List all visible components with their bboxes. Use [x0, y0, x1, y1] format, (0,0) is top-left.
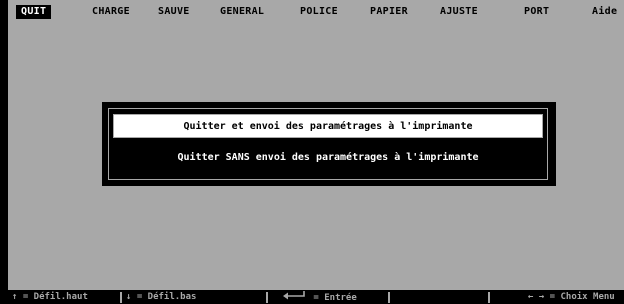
- status-divider: [266, 292, 268, 303]
- menu-item-quit[interactable]: QUIT: [16, 5, 52, 19]
- menu-item-sauve[interactable]: SAUVE: [158, 5, 190, 19]
- menu-choice-hint: ← → = Choix Menu: [528, 292, 615, 302]
- menu-item-aide[interactable]: Aide: [592, 5, 617, 19]
- status-divider: [488, 292, 490, 303]
- scroll-down-hint: ↓ = Défil.bas: [126, 292, 197, 302]
- menu-item-general[interactable]: GENERAL: [220, 5, 264, 19]
- menu-item-ajuste[interactable]: AJUSTE: [440, 5, 478, 19]
- menu-item-police[interactable]: POLICE: [300, 5, 338, 19]
- status-divider: [120, 292, 122, 303]
- quit-dialog-frame: Quitter et envoi des paramétrages à l'im…: [108, 108, 548, 180]
- enter-hint: = Entrée: [282, 290, 357, 304]
- quit-dialog: Quitter et envoi des paramétrages à l'im…: [102, 102, 556, 186]
- quit-send-settings-option[interactable]: Quitter et envoi des paramétrages à l'im…: [113, 114, 543, 138]
- enter-arrow-icon: [282, 290, 308, 304]
- dos-screen: QUIT CHARGE SAUVE GENERAL POLICE PAPIER …: [8, 0, 624, 304]
- status-divider: [388, 292, 390, 303]
- menu-item-papier[interactable]: PAPIER: [370, 5, 408, 19]
- scroll-up-hint: ↑ = Défil.haut: [12, 292, 88, 302]
- quit-without-sending-option[interactable]: Quitter SANS envoi des paramétrages à l'…: [113, 146, 543, 170]
- menu-bar: QUIT CHARGE SAUVE GENERAL POLICE PAPIER …: [8, 4, 624, 20]
- status-bar: ↑ = Défil.haut ↓ = Défil.bas = Entrée ← …: [8, 290, 624, 304]
- menu-item-port[interactable]: PORT: [524, 5, 549, 19]
- enter-hint-label: = Entrée: [313, 293, 357, 303]
- menu-item-charge[interactable]: CHARGE: [92, 5, 130, 19]
